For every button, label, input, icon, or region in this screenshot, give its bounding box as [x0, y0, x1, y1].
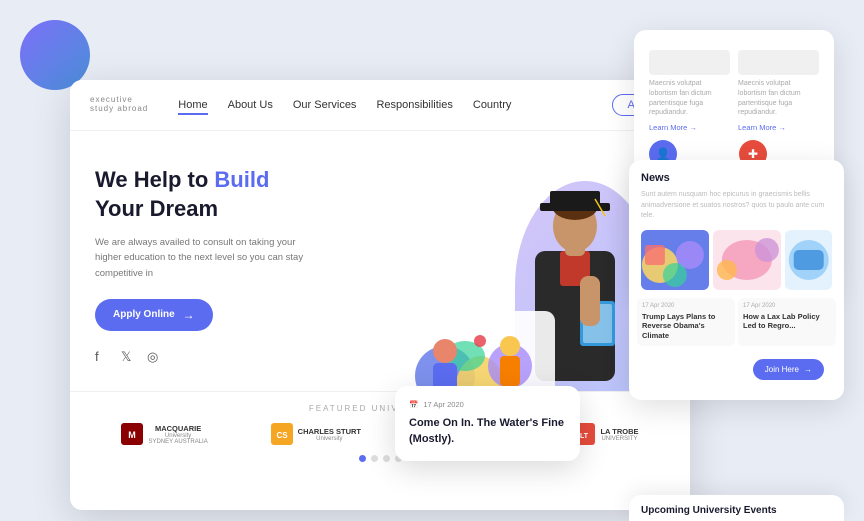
news-items-row: 17 Apr 2020 Trump Lays Plans to Reverse …: [629, 298, 844, 354]
svg-text:LT: LT: [580, 433, 589, 440]
article-card: 📅 17 Apr 2020 Come On In. The Water's Fi…: [395, 386, 580, 461]
hero-section: We Help to Build Your Dream We are alway…: [70, 131, 690, 391]
nav-about[interactable]: About Us: [228, 99, 273, 111]
upcoming-events-section: Upcoming University Events: [629, 495, 844, 521]
instagram-icon[interactable]: ◎: [147, 349, 163, 365]
hero-subtitle: We are always availed to consult on taki…: [95, 235, 315, 281]
nav-home[interactable]: Home: [178, 99, 207, 111]
join-label: Join Here: [765, 365, 799, 374]
news-item-2-title: How a Lax Lab Policy Led to Regro...: [743, 312, 831, 332]
featured-universities: FEATURED UNIVERSITIES M MACQUARIE Univer…: [70, 391, 690, 474]
news-img-3: [785, 230, 832, 290]
news-img-2: [713, 230, 781, 290]
join-arrow-icon: →: [804, 365, 812, 374]
svg-text:CS: CS: [276, 431, 288, 440]
logo: executive study abroad: [90, 96, 148, 114]
nav-services[interactable]: Our Services: [293, 99, 357, 111]
apply-online-label: Apply Online: [113, 309, 175, 320]
news-item-1-title: Trump Lays Plans to Reverse Obama's Clim…: [642, 312, 730, 341]
svg-text:M: M: [129, 430, 137, 440]
macquarie-name: MACQUARIE: [148, 424, 207, 433]
news-images-row: [629, 230, 844, 298]
facebook-icon[interactable]: f: [95, 349, 111, 365]
upcoming-title: Upcoming University Events: [641, 505, 832, 516]
news-img-1: [641, 230, 709, 290]
article-title: Come On In. The Water's Fine (Mostly).: [409, 416, 566, 447]
latrobe-sub: UNIVERSITY: [600, 436, 638, 442]
news-description: Sunt autem nusquam hoc epicurus in graec…: [629, 190, 844, 230]
news-header: News: [629, 160, 844, 190]
latrobe-logo: LT LA TROBE UNIVERSITY: [573, 423, 638, 445]
arrow-icon: →: [183, 308, 195, 322]
news-item-2-date: 17 Apr 2020: [743, 303, 831, 309]
dot-2[interactable]: [371, 455, 378, 462]
nav-responsibilities[interactable]: Responsibilities: [376, 99, 452, 111]
charles-sturt-logo: CS Charles Sturt University: [271, 423, 361, 445]
charles-sturt-icon: CS: [271, 423, 293, 445]
hero-title: We Help to Build Your Dream: [95, 166, 485, 223]
news-card: News Sunt autem nusquam hoc epicurus in …: [629, 160, 844, 400]
article-date-text: 17 Apr 2020: [423, 400, 463, 409]
carousel-dots: [95, 455, 665, 462]
hero-title-part1: We Help to: [95, 167, 214, 192]
dot-1[interactable]: [359, 455, 366, 462]
news-item-1: 17 Apr 2020 Trump Lays Plans to Reverse …: [637, 298, 735, 346]
calendar-icon: 📅: [409, 400, 418, 409]
twitter-icon[interactable]: 𝕏: [121, 349, 137, 365]
nav-links: Home About Us Our Services Responsibilit…: [178, 99, 612, 111]
learn-more-right[interactable]: Learn More →: [738, 123, 819, 132]
learn-more-left[interactable]: Learn More →: [649, 123, 730, 132]
article-date: 📅 17 Apr 2020: [409, 400, 566, 409]
join-here-button[interactable]: Join Here →: [753, 359, 824, 380]
news-item-2: 17 Apr 2020 How a Lax Lab Policy Led to …: [738, 298, 836, 346]
logo-sub: study abroad: [90, 105, 148, 114]
macquarie-icon: M: [121, 423, 143, 445]
apply-online-button[interactable]: Apply Online →: [95, 299, 213, 331]
macquarie-logo: M MACQUARIE University SYDNEY AUSTRALIA: [121, 423, 207, 445]
nav-country[interactable]: Country: [473, 99, 512, 111]
dot-3[interactable]: [383, 455, 390, 462]
charles-sturt-name: Charles Sturt: [298, 427, 361, 436]
latrobe-name: LA TROBE: [600, 427, 638, 436]
macquarie-extra: SYDNEY AUSTRALIA: [148, 439, 207, 445]
charles-sturt-sub: University: [298, 436, 361, 442]
hero-title-highlight: Build: [214, 167, 269, 192]
navbar: executive study abroad Home About Us Our…: [70, 80, 690, 131]
main-website-card: executive study abroad Home About Us Our…: [70, 80, 690, 510]
hero-title-part2: Your Dream: [95, 196, 218, 221]
news-item-1-date: 17 Apr 2020: [642, 303, 730, 309]
